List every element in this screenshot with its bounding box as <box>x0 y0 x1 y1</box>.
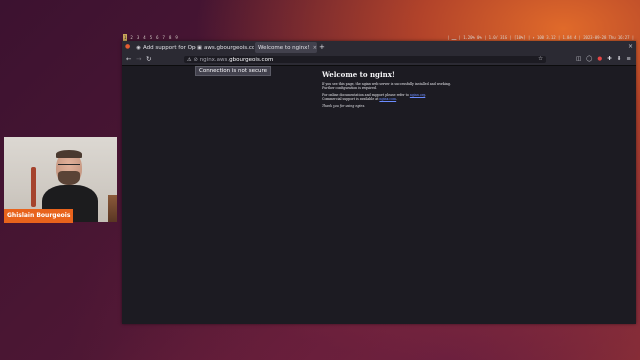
page-content: Welcome to nginx! If you see this page, … <box>322 70 452 111</box>
close-tab-icon[interactable]: × <box>313 45 317 51</box>
tab-aws-gbourgeois[interactable]: ▣ aws.gbourgeois.com <box>197 42 254 53</box>
page-paragraph-docs: For online documentation and support ple… <box>322 93 452 101</box>
connection-tooltip: Connection is not secure <box>195 66 272 76</box>
account-icon[interactable]: ◯ <box>586 56 592 63</box>
downloads-icon[interactable]: ⬇ <box>617 56 622 63</box>
presenter-glasses <box>58 164 80 169</box>
reload-icon[interactable]: ↻ <box>146 55 151 64</box>
permissions-icon[interactable]: ⊘ <box>193 57 197 63</box>
presenter-name-tag: Ghislain Bourgeois <box>4 209 74 223</box>
nginx-com-link[interactable]: nginx.com <box>379 97 396 101</box>
url-domain: gbourgeois.com <box>229 56 274 63</box>
tab-label: Add support for OpenTelemetr <box>143 44 196 51</box>
url-subdomain: nginx.aws. <box>199 56 230 63</box>
bookmark-star-icon[interactable]: ☆ <box>538 56 543 63</box>
background-guitar <box>31 167 36 207</box>
tab-label: aws.gbourgeois.com <box>204 44 254 51</box>
thanks-text: Thank you for using nginx. <box>322 104 366 108</box>
url-bar[interactable]: ⚠ ⊘ nginx.aws. gbourgeois.com ☆ <box>184 56 546 63</box>
insecure-lock-icon[interactable]: ⚠ <box>187 57 191 63</box>
back-arrow-icon[interactable]: ← <box>126 55 131 64</box>
pocket-icon[interactable]: ◫ <box>576 56 581 63</box>
github-icon: ◉ <box>136 44 141 51</box>
new-tab-button[interactable]: + <box>319 43 325 51</box>
docs-text-end: . <box>396 97 398 101</box>
tab-add-support[interactable]: ◉ Add support for OpenTelemetr <box>136 42 196 53</box>
presenter-hair <box>56 150 82 158</box>
page-paragraph-thanks: Thank you for using nginx. <box>322 104 452 108</box>
background-shelf <box>108 195 117 222</box>
extensions-icon[interactable]: ✚ <box>607 56 612 63</box>
generic-page-icon: ▣ <box>197 44 202 51</box>
page-paragraph-intro: If you see this page, the nginx web serv… <box>322 82 451 90</box>
browser-window: ● ◉ Add support for OpenTelemetr ▣ aws.g… <box>122 41 636 324</box>
nginx-org-link[interactable]: nginx.org <box>410 93 425 97</box>
toolbar-icons: ◫ ◯ ● ✚ ⬇ ≡ <box>576 56 631 63</box>
extension-red-icon[interactable]: ● <box>597 56 602 63</box>
tab-label: Welcome to nginx! <box>258 44 310 51</box>
navigation-toolbar: ← → ↻ ⚠ ⊘ nginx.aws. gbourgeois.com ☆ ◫ … <box>122 54 636 66</box>
forward-arrow-icon[interactable]: → <box>136 55 141 64</box>
tab-bar: ● ◉ Add support for OpenTelemetr ▣ aws.g… <box>122 41 636 54</box>
window-close-button[interactable]: × <box>628 43 633 51</box>
firefox-menu-icon[interactable]: ● <box>125 44 131 50</box>
page-title: Welcome to nginx! <box>322 70 395 79</box>
hamburger-menu-icon[interactable]: ≡ <box>626 56 631 63</box>
presenter-beard <box>58 171 80 185</box>
tab-welcome-nginx[interactable]: Welcome to nginx! × <box>255 42 317 53</box>
